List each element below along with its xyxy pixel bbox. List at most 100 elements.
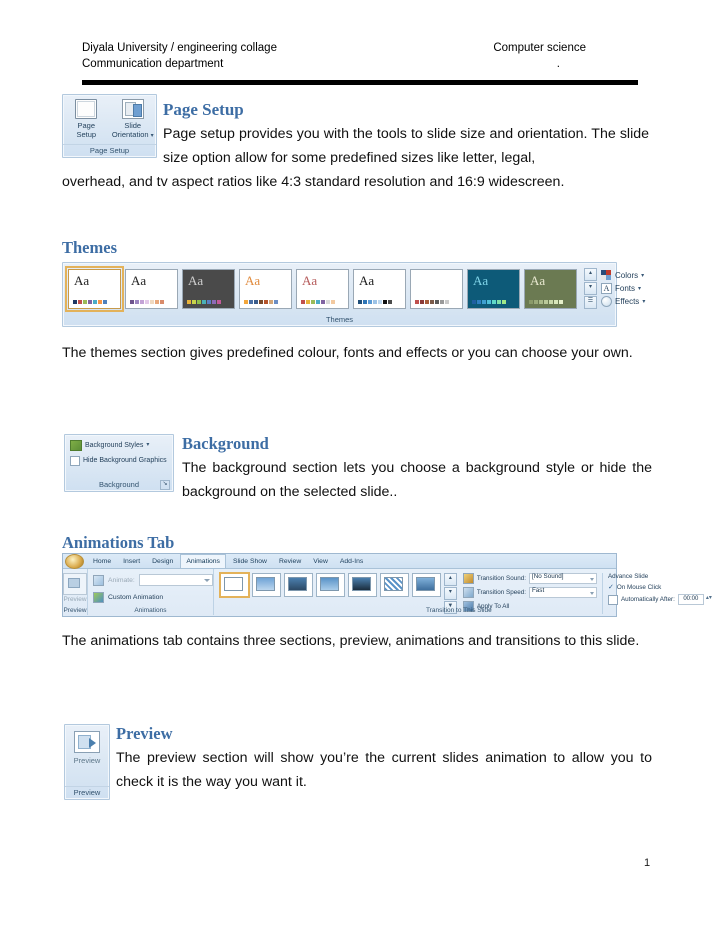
ribbon-tab-review[interactable]: Review [274,555,306,568]
custom-animation-button[interactable]: Custom Animation [88,586,213,603]
theme-swatch [73,299,77,304]
on-mouse-click-checkbox[interactable]: ✓ On Mouse Click [608,583,704,592]
theme-swatch [187,299,191,304]
ribbon-tab-bar[interactable]: Home Insert Design Animations Slide Show Revi… [63,553,616,569]
transition-thumbnail-checkerboard-transition[interactable] [315,573,345,597]
chevron-down-icon[interactable]: ▾ [146,440,149,451]
page-setup-button-label-1: Page [77,121,96,130]
theme-swatch [472,299,476,304]
theme-swatch [383,299,387,304]
chevron-down-icon[interactable]: ▾ [151,133,154,139]
preview-button-label: Preview [73,756,101,765]
animate-icon [93,574,104,586]
animate-control[interactable]: Animate: [88,569,213,586]
theme-swatch [93,299,97,304]
theme-swatch [88,299,92,304]
office-orb-icon[interactable] [65,553,84,569]
chevron-down-icon[interactable]: ▾ [641,272,644,279]
hide-background-graphics-checkbox[interactable]: Hide Background Graphics [70,455,169,466]
more-themes-button[interactable]: ☰ [584,296,597,309]
themes-gallery[interactable]: Aa Aa Aa Aa Aa Aa Aa Aa Aa [65,265,577,312]
background-styles-button[interactable]: Background Styles ▾ [70,440,169,451]
background-styles-icon [70,440,82,451]
theme-thumbnail-equity-theme[interactable]: Aa [353,268,406,309]
theme-swatch [373,299,377,304]
on-mouse-click-label: On Mouse Click [616,583,662,591]
theme-thumbnail-aspect-theme[interactable]: Aa [182,268,235,309]
slide-orientation-button[interactable]: Slide Orientation ▾ [111,99,155,141]
theme-thumbnail-foundry-theme[interactable]: Aa [467,268,520,309]
theme-swatch [259,299,263,304]
ribbon-tab-slide-show[interactable]: Slide Show [228,555,272,568]
theme-swatch [559,299,563,304]
advance-slide-label: Advance Slide [607,573,649,580]
transition-sound-combobox[interactable]: [No Sound] [528,573,597,584]
scroll-up-button[interactable]: ▴ [443,573,457,586]
theme-swatch [363,299,367,304]
theme-thumbnail-concourse-theme[interactable]: Aa [296,268,349,309]
chevron-down-icon[interactable]: ▾ [638,285,641,292]
checkbox-icon[interactable] [70,455,80,466]
theme-swatches [529,299,563,304]
ribbon-tab-add-ins[interactable]: Add-Ins [335,555,368,568]
theme-thumbnail-civic-theme[interactable]: Aa [239,268,292,309]
ribbon-tab-insert[interactable]: Insert [118,555,145,568]
themes-group-label: Themes [325,315,354,324]
transition-preview-icon [255,577,275,591]
header-divider-rule [82,80,638,85]
preview-icon[interactable] [63,573,87,595]
automatically-after-checkbox[interactable]: Automatically After: 00:00 [607,594,712,605]
chevron-down-icon[interactable]: ▾ [642,298,645,305]
preview-heading: Preview [116,724,173,743]
transition-preview-icon [351,577,371,591]
slide-orientation-button-label-2: Orientation ▾ [111,130,154,139]
transition-thumbnail-box-in-transition[interactable] [283,573,313,597]
theme-swatch [534,299,538,304]
themes-scroll-buttons[interactable]: ▴ ▾ ☰ [584,268,597,309]
transition-thumbnail-no-transition[interactable] [218,572,250,598]
ribbon-tab-animations[interactable]: Animations [180,554,226,568]
theme-swatch [326,299,330,304]
theme-swatch [103,299,107,304]
header-right-line2: . [556,58,560,70]
dialog-launcher-icon[interactable]: ↘ [160,480,170,490]
background-group-box: Background Styles ▾ Hide Background Grap… [64,434,174,492]
theme-thumbnail-office-theme[interactable]: Aa [65,265,124,312]
theme-fonts-button[interactable]: A Fonts ▾ [601,283,645,294]
transition-sound-row[interactable]: Transition Sound: [No Sound] [462,573,597,584]
animate-combobox[interactable] [138,574,213,586]
transition-thumbnail-dissolve-transition[interactable] [379,573,409,597]
theme-effects-button[interactable]: Effects ▾ [601,296,645,307]
background-heading: Background [182,434,269,453]
theme-swatch [358,299,362,304]
theme-swatch [207,299,211,304]
automatically-after-spinner[interactable]: 00:00 [677,594,712,605]
theme-thumbnail-flow-theme[interactable]: Aa [410,268,463,309]
scroll-up-button[interactable]: ▴ [584,268,597,281]
page-setup-heading: Page Setup [163,100,244,119]
theme-swatch [502,299,506,304]
transition-thumbnail-blinds-transition[interactable] [251,573,281,597]
page-setup-button[interactable]: Page Setup [64,99,108,139]
scroll-down-button[interactable]: ▾ [443,587,457,600]
theme-swatch [497,299,501,304]
page-setup-paragraph-part1: Page setup provides you with the tools t… [163,126,649,166]
checkbox-icon[interactable] [607,594,618,605]
theme-colors-button[interactable]: Colors ▾ [601,270,645,281]
preview-icon[interactable] [74,731,100,753]
ribbon-tab-home[interactable]: Home [88,555,116,568]
ribbon-tab-view[interactable]: View [308,555,333,568]
slide-orientation-icon [121,99,144,119]
preview-group-label: Preview [65,786,109,798]
transition-speed-row[interactable]: Transition Speed: Fast [462,587,597,598]
transition-sound-icon [462,573,474,584]
theme-thumbnail-apex-theme[interactable]: Aa [125,268,178,309]
preview-ribbon-group: Preview Preview [64,724,110,800]
scroll-down-button[interactable]: ▾ [584,282,597,295]
theme-swatch [435,299,439,304]
transition-thumbnail-fade-transition[interactable] [411,573,441,597]
theme-thumbnail-median-theme[interactable]: Aa [524,268,577,309]
ribbon-tab-design[interactable]: Design [147,555,178,568]
transition-speed-combobox[interactable]: Fast [528,587,597,598]
transition-thumbnail-comb-transition[interactable] [347,573,377,597]
